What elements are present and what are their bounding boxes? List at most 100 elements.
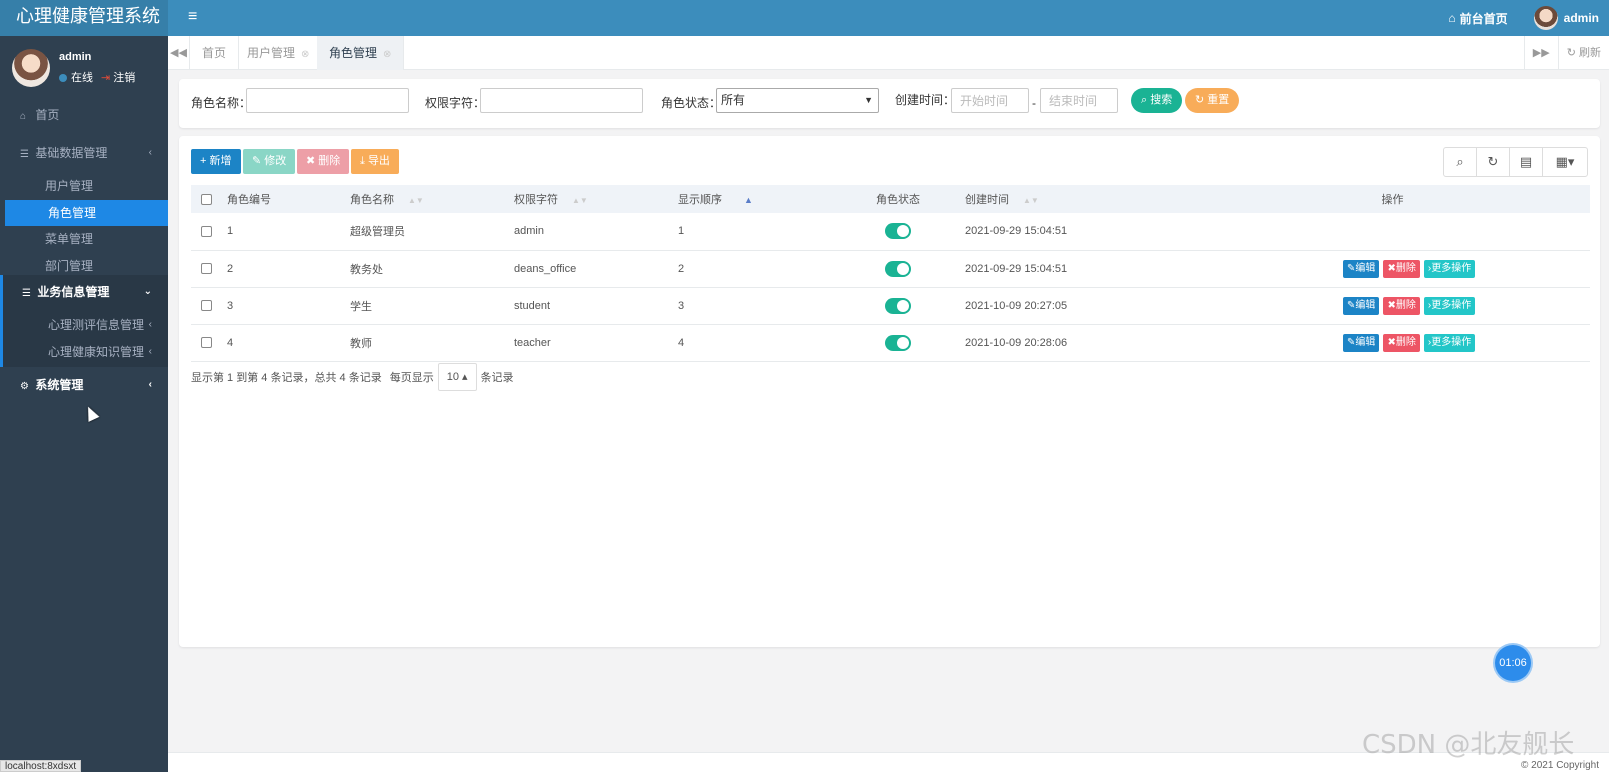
columns-icon[interactable]: ▦▾ [1543, 148, 1587, 176]
tab-scroll-left-icon[interactable]: ◀◀ [168, 36, 190, 70]
refresh-button[interactable]: ↻ 刷新 [1557, 36, 1609, 70]
status-toggle[interactable] [885, 297, 911, 314]
header-role-name[interactable]: 角色名称 ▲▼ [350, 185, 514, 213]
end-time-input[interactable] [1040, 88, 1118, 113]
role-table-panel: + 新增 ✎ 修改 ✖ 删除 ⤓ 导出 ⌕ ↻ ▤ ▦▾ 角色编号 角色名称 ▲▼… [179, 136, 1600, 647]
select-all-checkbox[interactable] [201, 193, 212, 205]
download-icon: ⤓ [360, 155, 365, 167]
cell-actions: ✎编辑 ✖删除 ›更多操作 [1195, 287, 1590, 325]
home-icon: ⌂ [20, 111, 27, 122]
cell-actions [1195, 213, 1590, 251]
status-toggle[interactable] [885, 260, 911, 277]
permission-input[interactable] [480, 88, 643, 113]
user-status: 在线 ⇥ 注销 [59, 69, 135, 85]
pagination-summary: 显示第 1 到第 4 条记录，总共 4 条记录 [191, 372, 382, 384]
close-icon[interactable]: ⊗ [301, 49, 309, 60]
cell-created: 2021-10-09 20:27:05 [965, 287, 1195, 325]
sidebar-item-system[interactable]: ⚙ 系统管理 ‹ [0, 372, 168, 398]
app-title[interactable]: 心理健康管理系统 [0, 0, 168, 36]
user-panel: admin 在线 ⇥ 注销 [0, 36, 168, 96]
header-order[interactable]: 显示顺序 ▲ [678, 185, 876, 213]
cell-order: 2 [678, 250, 876, 288]
row-edit-button[interactable]: ✎编辑 [1343, 259, 1380, 278]
table-tools: ⌕ ↻ ▤ ▦▾ [1443, 147, 1588, 177]
chevron-left-icon: ‹ [148, 346, 152, 357]
sidebar-item-psych-knowledge[interactable]: 心理健康知识管理 ‹ [0, 339, 168, 365]
close-icon[interactable]: ⊗ [383, 49, 391, 60]
frontend-home-label: 前台首页 [1459, 11, 1508, 26]
cell-order: 1 [678, 213, 876, 251]
cell-permission: deans_office [514, 250, 678, 288]
sidebar-item-business[interactable]: ☰ 业务信息管理 ⌄ [0, 279, 168, 305]
status-select[interactable]: 所有 ▼ [716, 88, 879, 113]
tab-home[interactable]: 首页 [190, 36, 240, 70]
tab-users[interactable]: 用户管理 ⊗ [235, 36, 323, 70]
tab-scroll-right-icon[interactable]: ▶▶ [1523, 36, 1558, 70]
row-more-button[interactable]: ›更多操作 [1423, 259, 1476, 278]
row-delete-button[interactable]: ✖删除 [1383, 333, 1420, 352]
status-toggle[interactable] [885, 334, 911, 351]
logout-link[interactable]: ⇥ 注销 [101, 69, 135, 85]
close-icon: ✖ [1387, 336, 1396, 348]
user-menu[interactable]: admin [1533, 6, 1599, 30]
tab-roles[interactable]: 角色管理 ⊗ [317, 36, 405, 70]
start-time-input[interactable] [951, 88, 1029, 113]
reset-button[interactable]: ↻ 重置 [1185, 88, 1240, 113]
sidebar-avatar [12, 49, 50, 87]
close-icon: ✖ [1387, 262, 1396, 274]
export-button[interactable]: ⤓ 导出 [351, 149, 399, 174]
sidebar-item-roles[interactable]: 角色管理 [5, 200, 168, 226]
cell-created: 2021-09-29 15:04:51 [965, 250, 1195, 288]
row-more-button[interactable]: ›更多操作 [1423, 296, 1476, 315]
row-checkbox[interactable] [201, 300, 212, 312]
row-edit-button[interactable]: ✎编辑 [1343, 333, 1380, 352]
page-size-select[interactable]: 10 ▴ [437, 363, 477, 391]
table-row: 4 教师 teacher 4 2021-10-09 20:28:06 ✎编辑 ✖… [191, 324, 1590, 362]
cell-role-id: 4 [227, 324, 350, 362]
sidebar-item-psych-assessment[interactable]: 心理测评信息管理 ‹ [0, 312, 168, 338]
date-separator: - [1032, 96, 1036, 110]
menu-toggle-icon[interactable]: ≡ [188, 9, 197, 25]
online-status: 在线 [59, 69, 93, 85]
row-delete-button[interactable]: ✖删除 [1383, 296, 1420, 315]
tab-actions: ▶▶ ↻ 刷新 [1523, 36, 1609, 70]
header-created[interactable]: 创建时间 ▲▼ [965, 185, 1195, 213]
status-bar-url: localhost:8xdsxt [0, 760, 82, 772]
row-checkbox[interactable] [201, 263, 212, 275]
delete-button[interactable]: ✖ 删除 [297, 149, 350, 174]
row-delete-button[interactable]: ✖删除 [1383, 259, 1420, 278]
plus-icon: + [200, 155, 207, 167]
edit-button[interactable]: ✎ 修改 [243, 149, 296, 174]
search-icon[interactable]: ⌕ [1444, 148, 1477, 176]
sidebar-item-menus[interactable]: 菜单管理 [0, 226, 168, 252]
watermark: CSDN @北友舰长 [1362, 730, 1575, 760]
sort-icon: ▲▼ [572, 196, 588, 205]
cell-created: 2021-10-09 20:28:06 [965, 324, 1195, 362]
header-actions: 操作 [1381, 194, 1404, 206]
role-table: 角色编号 角色名称 ▲▼ 权限字符 ▲▼ 显示顺序 ▲ 角色状态 创建时间 ▲▼ 操作 … [191, 185, 1590, 362]
timer-bubble[interactable]: 01:06 [1495, 645, 1531, 681]
card-view-icon[interactable]: ▤ [1510, 148, 1543, 176]
refresh-icon[interactable]: ↻ [1477, 148, 1510, 176]
add-button[interactable]: + 新增 [191, 149, 241, 174]
header-role-id[interactable]: 角色编号 [227, 185, 350, 213]
role-name-label: 角色名称： [191, 96, 252, 110]
list-icon: ☰ [20, 149, 29, 160]
frontend-home-link[interactable]: ⌂ 前台首页 [1448, 10, 1507, 27]
row-checkbox[interactable] [201, 337, 212, 349]
role-name-input[interactable] [246, 88, 409, 113]
status-toggle[interactable] [885, 223, 911, 240]
sidebar: admin 在线 ⇥ 注销 ⌂ 首页 ☰ 基础数据管理 ‹ 用户管理 角色管理 菜… [0, 36, 168, 772]
row-more-button[interactable]: ›更多操作 [1423, 333, 1476, 352]
row-checkbox[interactable] [201, 225, 212, 237]
search-icon: ⌕ [1141, 94, 1148, 106]
table-row: 3 学生 student 3 2021-10-09 20:27:05 ✎编辑 ✖… [191, 287, 1590, 325]
header-permission[interactable]: 权限字符 ▲▼ [514, 185, 678, 213]
row-edit-button[interactable]: ✎编辑 [1343, 296, 1380, 315]
search-form: 角色名称： 权限字符： 角色状态： 所有 ▼ 创建时间： - ⌕ 搜索 ↻ 重置 [179, 79, 1600, 128]
per-page-label: 每页显示 [389, 372, 434, 384]
sidebar-item-home[interactable]: ⌂ 首页 [0, 102, 168, 128]
search-button[interactable]: ⌕ 搜索 [1131, 88, 1183, 113]
sidebar-item-users[interactable]: 用户管理 [0, 173, 168, 199]
sidebar-item-basic-data[interactable]: ☰ 基础数据管理 ‹ [0, 140, 168, 166]
